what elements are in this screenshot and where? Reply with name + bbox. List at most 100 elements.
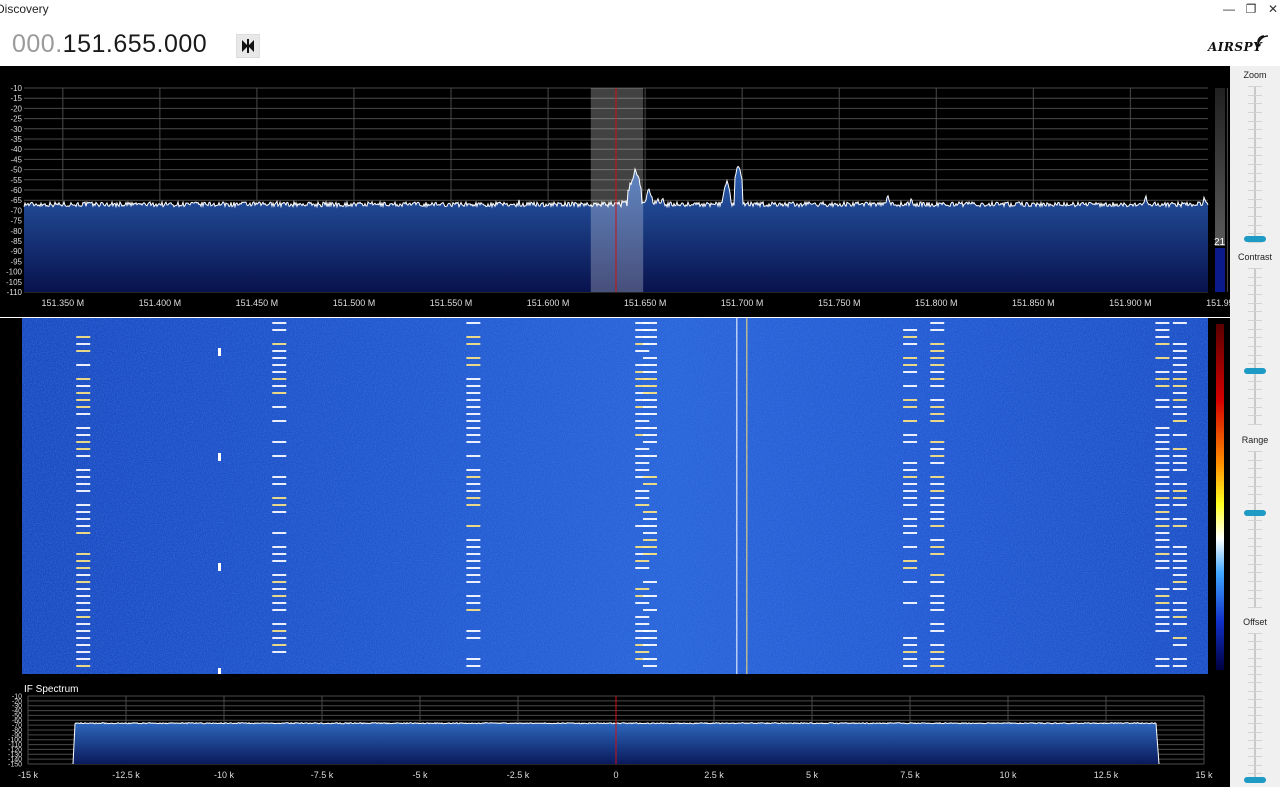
- waterfall-signal-mark: [76, 637, 91, 639]
- waterfall-signal-mark: [76, 644, 91, 646]
- waterfall-signal-mark: [903, 343, 918, 345]
- waterfall-signal-mark: [930, 539, 945, 541]
- slider-tick: [1248, 155, 1262, 157]
- minimize-button[interactable]: —: [1218, 1, 1240, 17]
- waterfall-signal-mark: [903, 469, 918, 471]
- waterfall-signal-mark: [1155, 511, 1170, 513]
- slider-tick: [1248, 598, 1262, 600]
- waterfall-color-scale: [1216, 324, 1224, 670]
- waterfall-signal-mark: [635, 616, 650, 618]
- waterfall-signal-mark: [903, 490, 918, 492]
- range-slider-thumb[interactable]: [1244, 510, 1266, 517]
- waterfall-signal-mark: [635, 504, 650, 506]
- slider-tick: [1248, 715, 1262, 717]
- waterfall-signal-mark: [1172, 490, 1187, 492]
- maximize-button[interactable]: ❐: [1240, 1, 1262, 17]
- waterfall-signal-mark: [466, 357, 481, 359]
- slider-tick: [1248, 665, 1262, 667]
- spectrum-y-tick: -55: [10, 176, 22, 185]
- spectrum-analyzer[interactable]: -10-15-20 -25-30-35-40-45 -50-55-60-65-70 -…: [0, 66, 1230, 316]
- waterfall-signal-mark: [930, 455, 945, 457]
- slider-tick: [1248, 311, 1262, 313]
- waterfall-burst: [218, 348, 221, 356]
- waterfall-signal-mark: [903, 658, 918, 660]
- if-x-tick: 7.5 k: [900, 770, 920, 780]
- waterfall-signal-mark: [272, 476, 287, 478]
- spectrum-x-tick: 151.650 M: [624, 298, 667, 308]
- brand-label: AIRSPY: [1208, 40, 1263, 54]
- if-x-tick: 12.5 k: [1094, 770, 1119, 780]
- waterfall-signal-mark: [76, 581, 91, 583]
- slider-tick: [1248, 748, 1262, 750]
- waterfall-signal-mark: [466, 665, 481, 667]
- waterfall-signal-mark: [272, 343, 287, 345]
- waterfall-signal-mark: [635, 462, 650, 464]
- waterfall-signal-mark: [76, 483, 91, 485]
- swap-icon: [242, 39, 254, 53]
- close-button[interactable]: ✕: [1262, 1, 1280, 17]
- zoom-slider-thumb[interactable]: [1244, 235, 1266, 242]
- waterfall-signal-mark: [1172, 385, 1187, 387]
- spectrum-y-tick: -100: [6, 268, 23, 277]
- display-area: -10 -15 -20 -25 -30 -35 -40 -45 -50 -55 -60 -65 -70 -…: [0, 66, 1230, 787]
- spectrum-y-tick: -105: [6, 278, 23, 287]
- contrast-label: Contrast: [1237, 252, 1272, 262]
- waterfall-signal-mark: [76, 588, 91, 590]
- waterfall-signal-mark: [903, 644, 918, 646]
- waterfall-signal-mark: [272, 588, 287, 590]
- waterfall-signal-mark: [635, 602, 650, 604]
- waterfall-signal-mark: [642, 385, 657, 387]
- spectrum-y-tick: -95: [10, 257, 22, 266]
- waterfall-signal-mark: [466, 476, 481, 478]
- waterfall-signal-mark: [642, 455, 657, 457]
- waterfall-signal-mark: [272, 581, 287, 583]
- waterfall-signal-mark: [76, 441, 91, 443]
- waterfall-signal-mark: [1155, 483, 1170, 485]
- waterfall-signal-mark: [642, 595, 657, 597]
- spectrum-y-tick: -90: [10, 247, 22, 256]
- waterfall-signal-mark: [1172, 413, 1187, 415]
- frequency-display[interactable]: 000.151.655.000: [12, 30, 207, 59]
- waterfall-signal-mark: [635, 469, 650, 471]
- waterfall[interactable]: [0, 318, 1230, 674]
- waterfall-signal-mark: [930, 350, 945, 352]
- slider-tick: [1248, 581, 1262, 582]
- waterfall-signal-mark: [1155, 567, 1170, 569]
- if-x-tick: -12.5 k: [112, 770, 140, 780]
- waterfall-signal-mark: [903, 357, 918, 359]
- contrast-slider-thumb[interactable]: [1244, 367, 1266, 374]
- waterfall-signal-mark: [930, 385, 945, 387]
- waterfall-carrier-line: [746, 318, 748, 674]
- spectrum-x-tick: 151.450 M: [236, 298, 279, 308]
- slider-tick: [1248, 242, 1262, 243]
- waterfall-signal-mark: [903, 364, 918, 366]
- slider-tick: [1248, 94, 1262, 96]
- waterfall-signal-mark: [1172, 574, 1187, 576]
- waterfall-signal-mark: [76, 385, 91, 387]
- waterfall-signal-mark: [1155, 378, 1170, 380]
- waterfall-signal-mark: [466, 455, 481, 457]
- slider-tick: [1248, 216, 1262, 217]
- slider-tick: [1248, 641, 1262, 643]
- waterfall-signal-mark: [272, 364, 287, 366]
- if-x-tick: -5 k: [412, 770, 428, 780]
- waterfall-signal-mark: [76, 553, 91, 555]
- waterfall-signal-mark: [903, 399, 918, 401]
- filter-bandwidth-overlay[interactable]: [590, 88, 644, 292]
- slider-tick: [1248, 563, 1262, 565]
- waterfall-signal-mark: [903, 637, 918, 639]
- offset-slider-thumb[interactable]: [1244, 776, 1266, 783]
- slider-tick: [1248, 354, 1262, 356]
- swap-vfo-button[interactable]: [236, 34, 260, 58]
- waterfall-signal-mark: [642, 525, 657, 527]
- waterfall-signal-mark: [272, 455, 287, 457]
- waterfall-signal-mark: [642, 364, 657, 366]
- waterfall-signal-mark: [1155, 553, 1170, 555]
- waterfall-signal-mark: [272, 504, 287, 506]
- waterfall-signal-mark: [466, 581, 481, 583]
- if-spectrum[interactable]: IF Spectrum -10-20-30-40-50-60-70-80-90-…: [0, 674, 1230, 787]
- slider-tick: [1248, 406, 1262, 408]
- slider-tick: [1248, 649, 1262, 651]
- waterfall-signal-mark: [76, 504, 91, 506]
- if-x-tick: 15 k: [1195, 770, 1213, 780]
